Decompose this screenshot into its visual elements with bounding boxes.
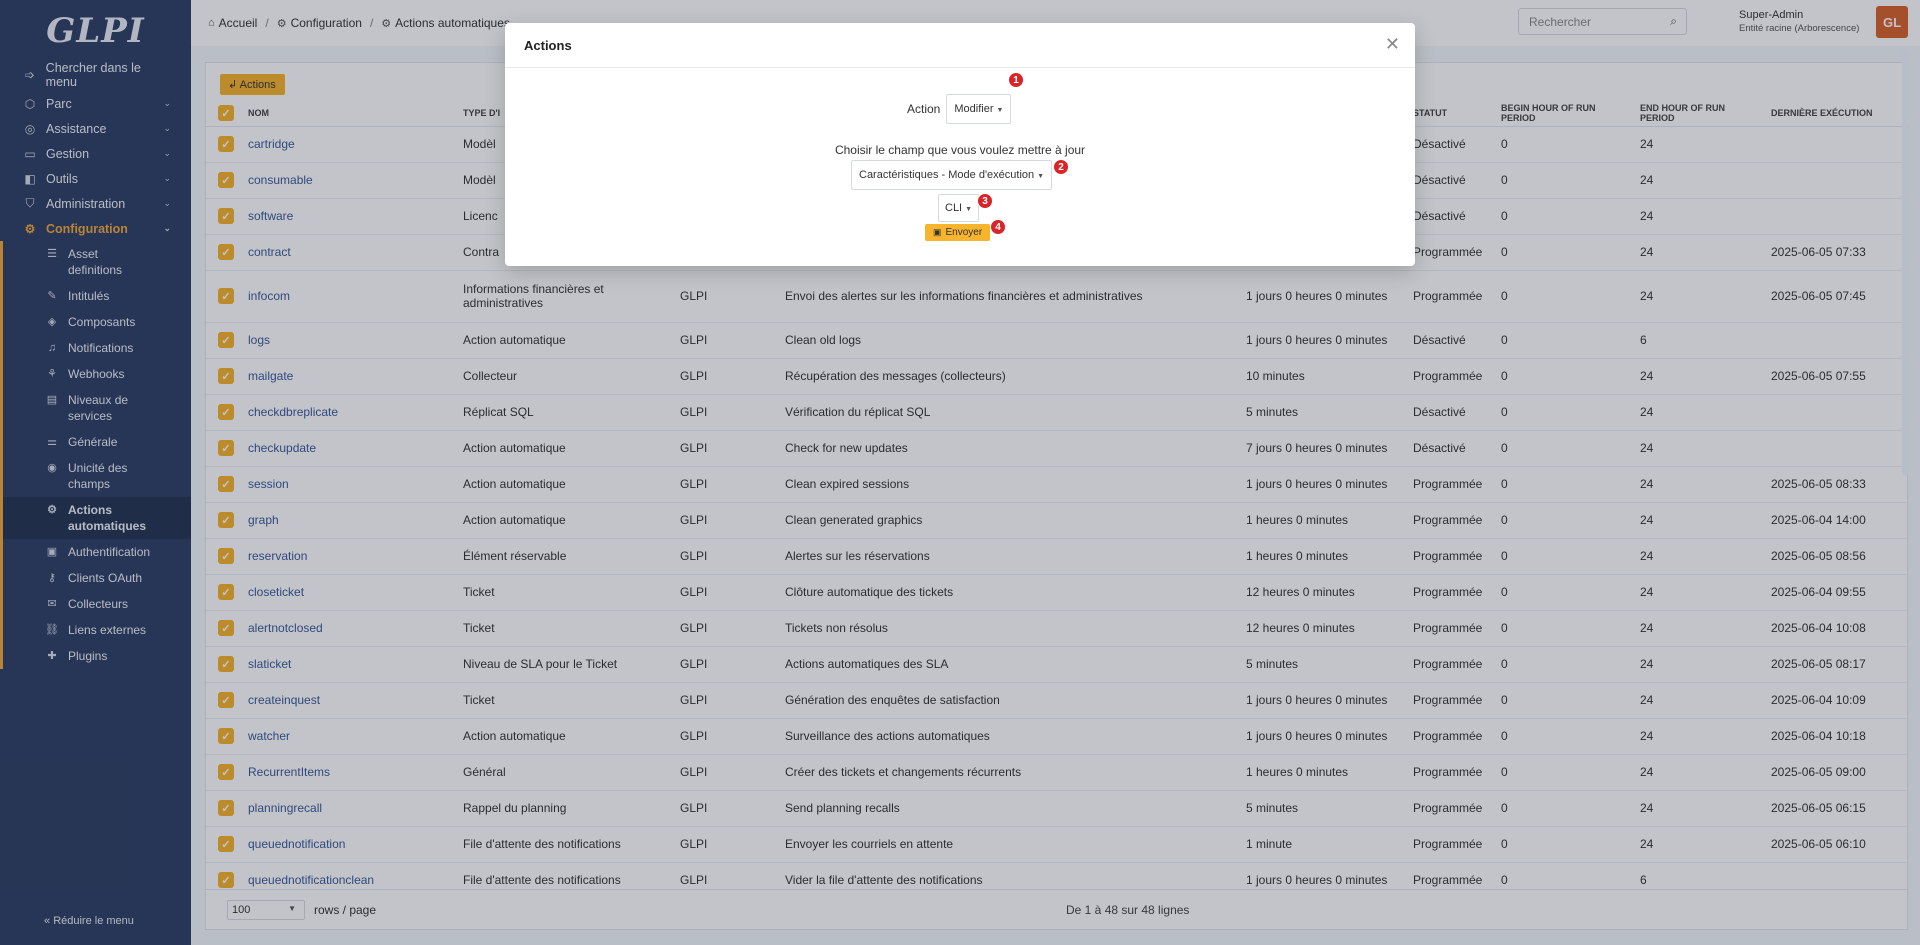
modal-title: Actions <box>524 37 572 53</box>
submit-label: Envoyer <box>945 227 983 238</box>
close-icon[interactable]: ✕ <box>1385 34 1400 55</box>
submit-button[interactable]: ▣ Envoyer <box>925 224 991 241</box>
caret-down-icon: ▼ <box>1037 173 1045 180</box>
step-badge-4: 4 <box>990 219 1006 235</box>
save-icon: ▣ <box>933 227 942 237</box>
modal-header: Actions ✕ <box>505 23 1415 68</box>
step-badge-2: 2 <box>1053 159 1069 175</box>
step-badge-1: 1 <box>1008 72 1024 88</box>
caret-down-icon: ▼ <box>965 206 973 213</box>
page-scrollbar[interactable] <box>1902 50 1908 476</box>
caret-down-icon: ▼ <box>996 107 1004 114</box>
action-label: Action <box>907 102 941 116</box>
field-select[interactable]: Caractéristiques - Mode d'exécution ▼ <box>851 160 1053 190</box>
mode-select-value: CLI <box>945 202 963 214</box>
actions-modal: Actions ✕ Action Modifier ▼ 1 Choisir le … <box>505 23 1415 266</box>
mode-select[interactable]: CLI ▼ <box>938 194 980 222</box>
action-row: Action Modifier ▼ <box>907 94 1012 124</box>
action-select[interactable]: Modifier ▼ <box>946 94 1012 124</box>
step-badge-3: 3 <box>977 193 993 209</box>
field-select-value: Caractéristiques - Mode d'exécution <box>859 169 1035 181</box>
choose-field-label: Choisir le champ que vous voulez mettre … <box>834 143 1086 157</box>
action-select-value: Modifier <box>954 103 994 115</box>
